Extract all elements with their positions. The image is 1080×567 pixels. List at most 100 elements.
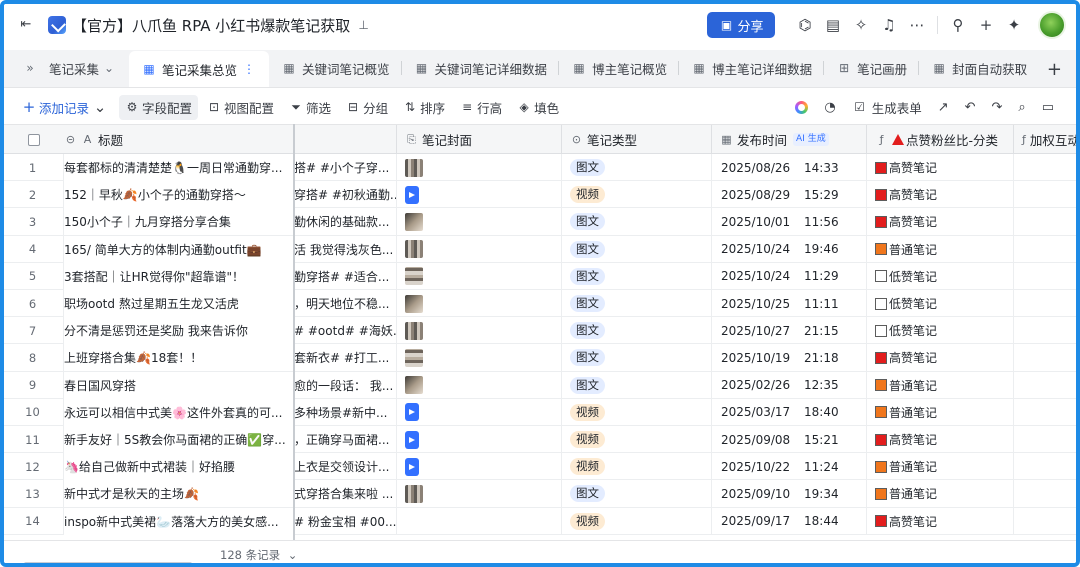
publish-time-cell[interactable]: 2025/10/24 19:46 bbox=[712, 235, 867, 263]
type-cell[interactable]: 图文 bbox=[562, 208, 712, 236]
table-row[interactable]: 11 新手友好｜5S教会你马面裙的正确✅穿... ，正确穿马面裙... 视频 2025/… bbox=[4, 426, 1076, 454]
ratio-cell[interactable]: 高赞笔记 bbox=[867, 154, 1014, 181]
type-cell[interactable]: 视频 bbox=[562, 181, 712, 209]
share-view-icon[interactable]: ↗ bbox=[938, 100, 949, 115]
type-cell[interactable]: 图文 bbox=[562, 154, 712, 181]
ratio-cell[interactable]: 高赞笔记 bbox=[867, 181, 1014, 209]
extra-cell[interactable] bbox=[1014, 344, 1076, 371]
type-cell[interactable]: 视频 bbox=[562, 453, 712, 481]
tab-collapsed-group[interactable]: » 笔记采集 ⌄ bbox=[4, 49, 129, 87]
description-cell[interactable]: 穿搭# #初秋通勤... bbox=[294, 181, 397, 209]
column-header-ratio[interactable]: ƒ 点赞粉丝比-分类 bbox=[867, 125, 1014, 154]
sidebar-toggle-icon[interactable]: ⇤ bbox=[18, 17, 34, 33]
view-config-button[interactable]: ⊡ 视图配置 bbox=[207, 98, 274, 117]
bell-icon[interactable]: ♫ bbox=[880, 16, 898, 34]
tab-cover-fetch[interactable]: ▦ 封面自动获取 bbox=[919, 49, 1039, 87]
publish-time-cell[interactable]: 2025/03/17 18:40 bbox=[712, 398, 867, 426]
publish-time-cell[interactable]: 2025/10/22 11:24 bbox=[712, 453, 867, 481]
search-records-icon[interactable]: ⌕ bbox=[1018, 100, 1025, 115]
description-cell[interactable]: # 粉金宝相 #00... bbox=[294, 507, 397, 535]
ratio-cell[interactable]: 普通笔记 bbox=[867, 480, 1014, 508]
title-cell[interactable]: 上班穿搭合集🍂18套！！ bbox=[64, 344, 294, 372]
document-title[interactable]: 【官方】八爪鱼 RPA 小红书爆款笔记获取 bbox=[72, 15, 350, 36]
more-icon[interactable]: ⋯ bbox=[908, 16, 926, 34]
publish-time-cell[interactable]: 2025/09/17 18:44 bbox=[712, 507, 867, 535]
publish-time-cell[interactable]: 2025/10/19 21:18 bbox=[712, 344, 867, 372]
cover-cell[interactable] bbox=[397, 262, 562, 290]
robot-icon[interactable]: ⌬ bbox=[796, 16, 814, 34]
filter-button[interactable]: ⏷ 筛选 bbox=[289, 98, 331, 117]
title-cell[interactable]: 新中式才是秋天的主场🍂 bbox=[64, 480, 294, 508]
extra-cell[interactable] bbox=[1014, 236, 1076, 263]
description-cell[interactable]: 套新衣# #打工... bbox=[294, 344, 397, 372]
extra-cell[interactable] bbox=[1014, 453, 1076, 480]
cover-cell[interactable] bbox=[397, 317, 562, 345]
more-vertical-icon[interactable]: ⋮ bbox=[241, 61, 257, 77]
horizontal-scrollbar[interactable] bbox=[24, 562, 192, 563]
cover-cell[interactable] bbox=[397, 290, 562, 317]
type-cell[interactable]: 视频 bbox=[562, 398, 712, 426]
title-cell[interactable]: 150小个子｜九月穿搭分享合集 bbox=[64, 208, 294, 236]
cover-cell[interactable] bbox=[397, 507, 562, 535]
extra-cell[interactable] bbox=[1014, 480, 1076, 507]
extra-cell[interactable] bbox=[1014, 426, 1076, 453]
pin-icon[interactable]: ⊥ bbox=[358, 18, 368, 32]
table-row[interactable]: 9 春日国风穿搭 愈的一段话： 我... 图文 2025/02/26 12:35 普通笔记 bbox=[4, 371, 1076, 399]
type-cell[interactable]: 视频 bbox=[562, 426, 712, 453]
table-row[interactable]: 8 上班穿搭合集🍂18套！！ 套新衣# #打工... 图文 2025/10/19 21:1… bbox=[4, 344, 1076, 372]
title-cell[interactable]: inspo新中式美裙🦢落落大方的美女感... bbox=[64, 507, 294, 535]
description-cell[interactable]: ，正确穿马面裙... bbox=[294, 426, 397, 453]
tab-blogger-overview[interactable]: ▦ 博主笔记概览 bbox=[559, 49, 680, 87]
title-cell[interactable]: 165/ 简单大方的体制内通勤outfit💼 bbox=[64, 235, 294, 263]
cover-cell[interactable] bbox=[397, 181, 562, 209]
publish-time-cell[interactable]: 2025/08/26 14:33 bbox=[712, 154, 867, 181]
avatar[interactable] bbox=[1038, 11, 1066, 39]
description-cell[interactable]: 愈的一段话： 我... bbox=[294, 371, 397, 399]
ai-ring-icon[interactable] bbox=[795, 100, 809, 114]
sparkle-icon[interactable]: ✦ bbox=[1005, 16, 1023, 34]
publish-time-cell[interactable]: 2025/10/27 21:15 bbox=[712, 317, 867, 345]
type-cell[interactable]: 视频 bbox=[562, 507, 712, 535]
publish-time-cell[interactable]: 2025/10/25 11:11 bbox=[712, 290, 867, 317]
video-file-icon[interactable] bbox=[405, 185, 419, 204]
table-row[interactable]: 4 165/ 简单大方的体制内通勤outfit💼 活 我觉得浅灰色... 图文 2025… bbox=[4, 235, 1076, 263]
generate-form-button[interactable]: ☑ 生成表单 bbox=[852, 98, 921, 117]
type-cell[interactable]: 图文 bbox=[562, 480, 712, 508]
cover-cell[interactable] bbox=[397, 426, 562, 453]
cover-cell[interactable] bbox=[397, 480, 562, 508]
description-cell[interactable]: 式穿搭合集来啦 ... bbox=[294, 480, 397, 508]
column-header-title[interactable]: ⊝ A 标题 bbox=[64, 125, 294, 154]
table-row[interactable]: 12 🦄给自己做新中式裙装｜好掐腰 上衣是交领设计... 视频 2025/10/22 11… bbox=[4, 453, 1076, 481]
ratio-cell[interactable]: 高赞笔记 bbox=[867, 426, 1014, 453]
cover-thumbnail[interactable] bbox=[405, 376, 423, 395]
column-header-publish-time[interactable]: ▦ 发布时间 AI 生成 bbox=[712, 125, 867, 154]
chevron-down-icon[interactable]: ⌄ bbox=[288, 548, 298, 562]
extra-cell[interactable] bbox=[1014, 508, 1076, 535]
video-file-icon[interactable] bbox=[405, 457, 419, 476]
publish-time-cell[interactable]: 2025/10/01 11:56 bbox=[712, 208, 867, 236]
ratio-cell[interactable]: 低赞笔记 bbox=[867, 262, 1014, 290]
description-cell[interactable]: 勤休闲的基础款... bbox=[294, 208, 397, 236]
publish-time-cell[interactable]: 2025/09/10 19:34 bbox=[712, 480, 867, 508]
extra-cell[interactable] bbox=[1014, 263, 1076, 290]
field-config-button[interactable]: ⚙ 字段配置 bbox=[119, 94, 199, 120]
cover-cell[interactable] bbox=[397, 344, 562, 372]
cover-thumbnail[interactable] bbox=[405, 158, 423, 177]
extra-cell[interactable] bbox=[1014, 290, 1076, 317]
tab-note-gallery[interactable]: ⊞ 笔记画册 bbox=[824, 49, 920, 87]
description-cell[interactable]: 活 我觉得浅灰色... bbox=[294, 235, 397, 263]
cover-thumbnail[interactable] bbox=[405, 240, 423, 259]
column-header-extra[interactable]: ƒ 加权互动 bbox=[1014, 125, 1076, 154]
column-header-cover[interactable]: ⎘ 笔记封面 bbox=[397, 125, 562, 154]
plugin-icon[interactable]: ✧ bbox=[852, 16, 870, 34]
ratio-cell[interactable]: 普通笔记 bbox=[867, 235, 1014, 263]
cover-thumbnail[interactable] bbox=[405, 484, 423, 503]
history-icon[interactable]: ◔ bbox=[824, 100, 835, 115]
column-header-hidden[interactable] bbox=[294, 125, 397, 154]
cover-thumbnail[interactable] bbox=[405, 267, 423, 286]
type-cell[interactable]: 图文 bbox=[562, 290, 712, 317]
plus-icon[interactable]: + bbox=[977, 16, 995, 34]
ratio-cell[interactable]: 高赞笔记 bbox=[867, 208, 1014, 236]
document-search-icon[interactable]: ▤ bbox=[824, 16, 842, 34]
ratio-cell[interactable]: 高赞笔记 bbox=[867, 344, 1014, 372]
